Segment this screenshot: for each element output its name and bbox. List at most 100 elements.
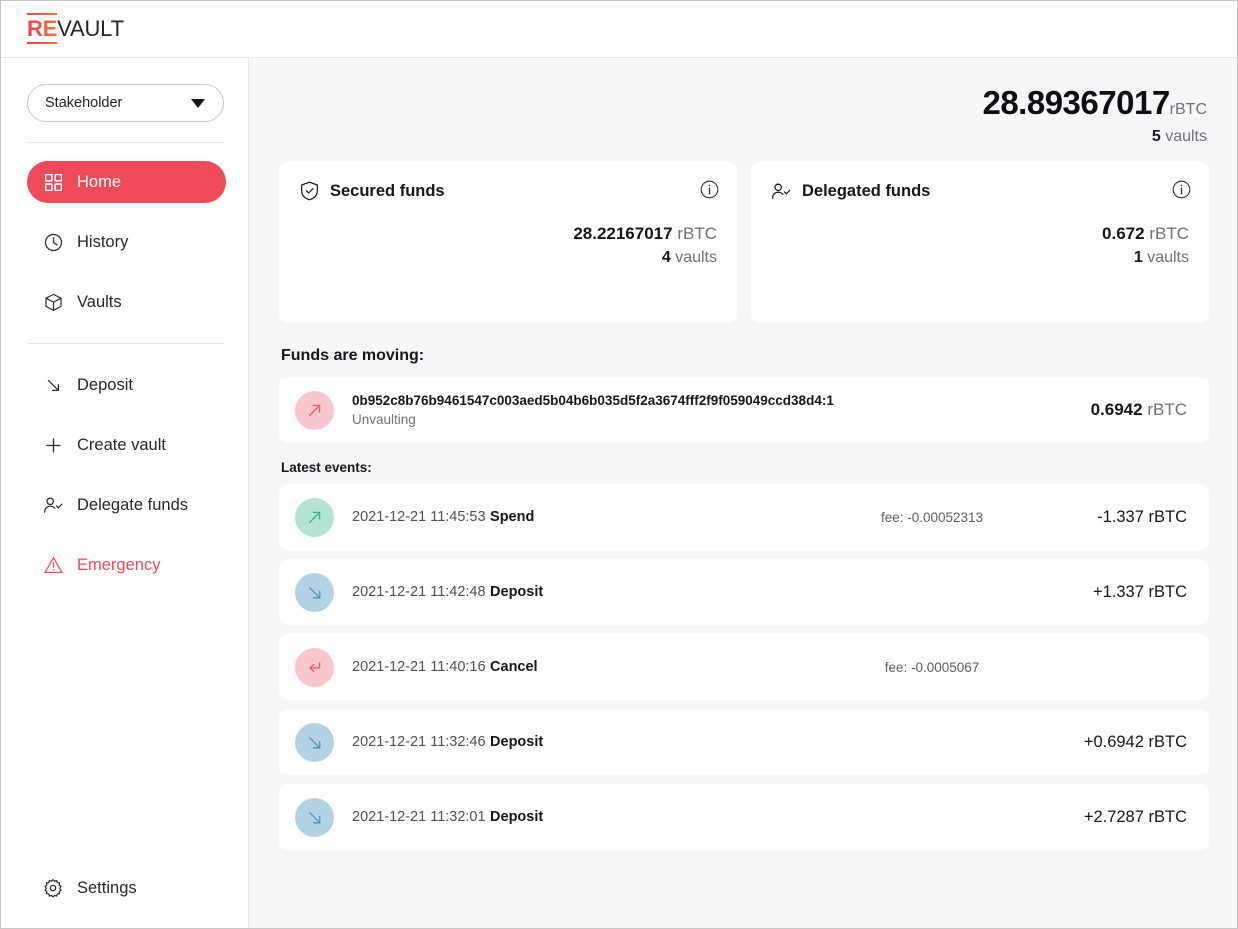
moving-row-amount-unit: rBTC (1147, 400, 1187, 419)
gear-icon (43, 878, 63, 898)
event-row[interactable]: 2021-12-21 11:32:01 Deposit +2.7287 rBTC (279, 784, 1209, 850)
arrow-down-right-icon (295, 797, 334, 837)
role-selector-value: Stakeholder (45, 95, 123, 111)
moving-row-amount-value: 0.6942 (1090, 400, 1143, 419)
sidebar-item-history[interactable]: History (27, 221, 226, 263)
main-content: 28.89367017rBTC 5 vaults Secured funds 2… (249, 58, 1237, 928)
event-row-text: 2021-12-21 11:32:01 Deposit (352, 808, 807, 826)
event-row-amount: +2.7287 rBTC (1083, 807, 1187, 826)
moving-row-amount: 0.6942 rBTC (1091, 400, 1187, 420)
arrow-up-right-icon (295, 497, 334, 537)
event-row-text: 2021-12-21 11:32:46 Deposit (352, 733, 807, 751)
event-row-text: 2021-12-21 11:42:48 Deposit (352, 583, 807, 601)
app-logo[interactable]: RE VAULT (27, 13, 124, 45)
event-row-amount: -1.337 rBTC (1097, 507, 1187, 526)
delegated-funds-vaults: 1 vaults (771, 249, 1189, 267)
info-icon[interactable] (700, 180, 719, 204)
event-row[interactable]: 2021-12-21 11:42:48 Deposit +1.337 rBTC (279, 559, 1209, 625)
sidebar: Stakeholder Home History Vaults Deposit … (1, 58, 249, 928)
secured-funds-title: Secured funds (330, 181, 445, 200)
total-balance-amount: 28.89367017rBTC (279, 84, 1207, 122)
event-row-kind: Deposit (490, 809, 544, 825)
total-balance-unit: rBTC (1169, 101, 1207, 118)
return-arrow-icon (295, 647, 334, 687)
info-icon[interactable] (1172, 180, 1191, 204)
delegated-funds-header: Delegated funds (771, 181, 1189, 201)
latest-events-list: 2021-12-21 11:45:53 Spend fee: -0.000523… (279, 484, 1209, 850)
moving-row-txid: 0b952c8b76b9461547c003aed5b04b6b035d5f2a… (352, 393, 834, 408)
event-row-date: 2021-12-21 11:40:16 (352, 659, 486, 675)
user-check-icon (43, 495, 63, 515)
delegated-funds-amount-unit: rBTC (1149, 224, 1189, 243)
sidebar-item-label-create-vault: Create vault (77, 435, 166, 454)
secured-funds-header: Secured funds (299, 181, 717, 201)
event-row-amount: +1.337 rBTC (1092, 582, 1187, 601)
event-row-kind: Cancel (490, 659, 538, 675)
event-row-kind: Deposit (490, 734, 544, 750)
clock-icon (43, 232, 63, 252)
moving-row[interactable]: 0b952c8b76b9461547c003aed5b04b6b035d5f2a… (279, 377, 1209, 443)
event-row-fee: fee: -0.00052313 (880, 509, 984, 525)
event-row-date: 2021-12-21 11:32:46 (352, 734, 486, 750)
plus-icon (43, 435, 63, 455)
total-vault-count-value: 5 (1151, 128, 1161, 145)
event-row-fee: fee: -0.0005067 (884, 659, 980, 675)
sidebar-item-label-deposit: Deposit (77, 375, 133, 394)
box-icon (43, 292, 63, 312)
sidebar-item-label-history: History (77, 232, 129, 251)
sidebar-item-home[interactable]: Home (27, 161, 226, 203)
arrow-down-right-icon (295, 572, 334, 612)
secured-funds-vault-word: vaults (675, 249, 717, 266)
shield-check-icon (299, 181, 319, 201)
sidebar-nav: Home History Vaults Deposit Create vault… (1, 161, 248, 586)
top-bar: RE VAULT (1, 1, 1237, 58)
sidebar-item-vaults[interactable]: Vaults (27, 281, 226, 323)
app-window: RE VAULT Stakeholder Home History Vaults… (0, 0, 1238, 929)
event-row[interactable]: 2021-12-21 11:32:46 Deposit +0.6942 rBTC (279, 709, 1209, 775)
sidebar-item-delegate-funds[interactable]: Delegate funds (27, 484, 226, 526)
secured-funds-amount-unit: rBTC (677, 224, 717, 243)
funds-moving-title: Funds are moving: (281, 347, 425, 364)
sidebar-item-label-emergency: Emergency (77, 555, 161, 574)
sidebar-divider-top (27, 142, 224, 143)
total-vault-count: 5 vaults (279, 128, 1207, 146)
sidebar-item-label-delegate-funds: Delegate funds (77, 495, 188, 514)
role-selector[interactable]: Stakeholder (27, 84, 224, 122)
delegated-funds-vault-count: 1 (1133, 249, 1143, 266)
sidebar-item-emergency[interactable]: Emergency (27, 544, 226, 586)
secured-funds-values: 28.22167017 rBTC 4 vaults (299, 224, 717, 267)
logo-re-text: RE (27, 13, 57, 45)
delegated-funds-amount-value: 0.672 (1102, 224, 1145, 243)
secured-funds-amount-value: 28.22167017 (573, 224, 673, 243)
chevron-down-icon (191, 98, 205, 108)
delegated-funds-card: Delegated funds 0.672 rBTC 1 vaults (751, 162, 1209, 323)
total-balance-value: 28.89367017 (982, 84, 1170, 121)
sidebar-item-create-vault[interactable]: Create vault (27, 424, 226, 466)
event-row[interactable]: 2021-12-21 11:40:16 Cancel fee: -0.00050… (279, 634, 1209, 700)
sidebar-item-label-settings: Settings (77, 878, 137, 897)
sidebar-divider-mid (27, 343, 224, 344)
sidebar-item-deposit[interactable]: Deposit (27, 364, 226, 406)
body-row: Stakeholder Home History Vaults Deposit … (1, 58, 1237, 928)
event-row-date: 2021-12-21 11:32:01 (352, 809, 486, 825)
delegated-funds-vault-word: vaults (1147, 249, 1189, 266)
event-row[interactable]: 2021-12-21 11:45:53 Spend fee: -0.000523… (279, 484, 1209, 550)
warning-triangle-icon (43, 555, 63, 575)
event-row-amount: +0.6942 rBTC (1083, 732, 1187, 751)
secured-funds-amount: 28.22167017 rBTC (299, 224, 717, 244)
secured-funds-vaults: 4 vaults (299, 249, 717, 267)
logo-vault-text: VAULT (57, 16, 124, 41)
sidebar-item-label-vaults: Vaults (77, 292, 122, 311)
total-vault-count-word: vaults (1165, 128, 1207, 145)
sidebar-item-settings[interactable]: Settings (27, 878, 226, 898)
delegated-funds-values: 0.672 rBTC 1 vaults (771, 224, 1189, 267)
event-row-kind: Spend (490, 509, 535, 525)
event-row-date: 2021-12-21 11:42:48 (352, 584, 486, 600)
summary-cards: Secured funds 28.22167017 rBTC 4 vaults (279, 162, 1209, 323)
arrow-down-right-icon (295, 722, 334, 762)
total-balance-block: 28.89367017rBTC 5 vaults (279, 58, 1209, 146)
event-row-text: 2021-12-21 11:45:53 Spend (352, 508, 807, 526)
event-row-date: 2021-12-21 11:45:53 (352, 509, 486, 525)
moving-row-status: Unvaulting (352, 412, 416, 427)
